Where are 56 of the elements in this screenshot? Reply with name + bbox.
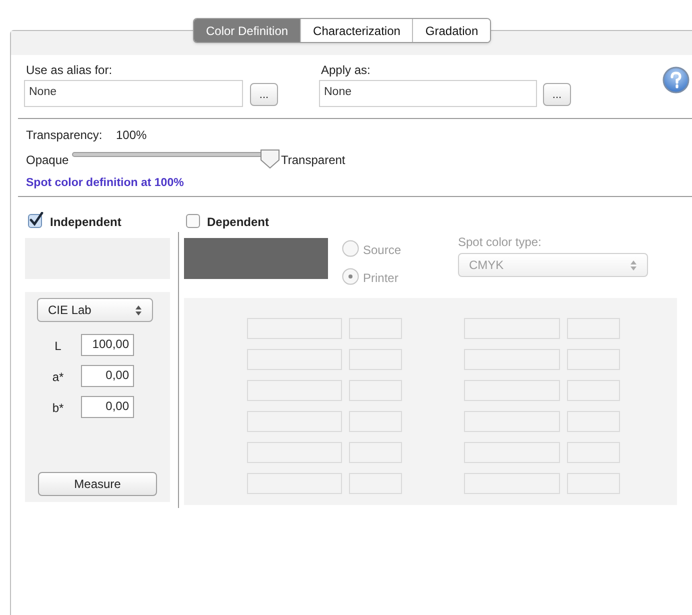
checkbox-label: Independent [50,214,122,231]
input-field[interactable] [567,380,620,401]
text-field[interactable]: None [24,80,243,107]
transparency-value: 100% [116,127,147,144]
tab[interactable]: Gradation [412,19,490,42]
field-label: b* [51,400,65,417]
input-field[interactable] [464,318,560,339]
stepper-icon [630,260,637,270]
input-field[interactable] [464,349,560,370]
input-field[interactable] [349,411,402,432]
tab[interactable]: Color Definition [194,19,300,42]
measure-button[interactable]: Measure [38,472,157,496]
input-field[interactable] [349,349,402,370]
field-label: L [54,338,62,355]
value-field[interactable]: 0,00 [81,365,134,387]
input-field[interactable] [247,473,342,494]
status-note: Spot color definition at 100% [26,176,184,191]
radio-label: Source [363,242,402,259]
input-field[interactable] [464,411,560,432]
dropdown-label: Spot color type: [458,234,542,251]
input-field[interactable] [567,349,620,370]
browse-button[interactable]: ... [250,83,278,106]
input-field[interactable] [247,411,342,432]
input-field[interactable] [567,318,620,339]
input-field[interactable] [349,318,402,339]
input-field[interactable] [464,442,560,463]
input-field[interactable] [464,380,560,401]
input-field[interactable] [567,473,620,494]
input-field[interactable] [349,442,402,463]
tab[interactable]: Characterization [300,19,412,42]
slider-max-label: Transparent [281,152,346,169]
browse-button[interactable]: ... [543,83,571,106]
value-field[interactable]: 0,00 [81,396,134,418]
checkbox[interactable] [28,212,44,228]
input-field[interactable] [247,349,342,370]
input-field[interactable] [567,411,620,432]
input-field[interactable] [567,442,620,463]
help-icon[interactable] [662,66,690,94]
slider-min-label: Opaque [26,152,69,169]
input-field[interactable] [349,473,402,494]
input-field[interactable] [247,318,342,339]
field-label: Use as alias for: [26,62,112,79]
text-field[interactable]: None [319,80,537,107]
transparency-label: Transparency: [26,127,102,144]
color-model-dropdown[interactable]: CIE Lab [37,298,153,322]
input-field[interactable] [247,380,342,401]
field-label: Apply as: [321,62,370,79]
input-field[interactable] [247,442,342,463]
stepper-icon [135,304,142,316]
field-label: a* [51,369,65,386]
radio-label: Printer [363,270,398,287]
input-field[interactable] [349,380,402,401]
value-field[interactable]: 100,00 [81,334,134,356]
input-field[interactable] [464,473,560,494]
slider-thumb[interactable] [259,148,281,170]
checkbox-label: Dependent [207,214,270,231]
